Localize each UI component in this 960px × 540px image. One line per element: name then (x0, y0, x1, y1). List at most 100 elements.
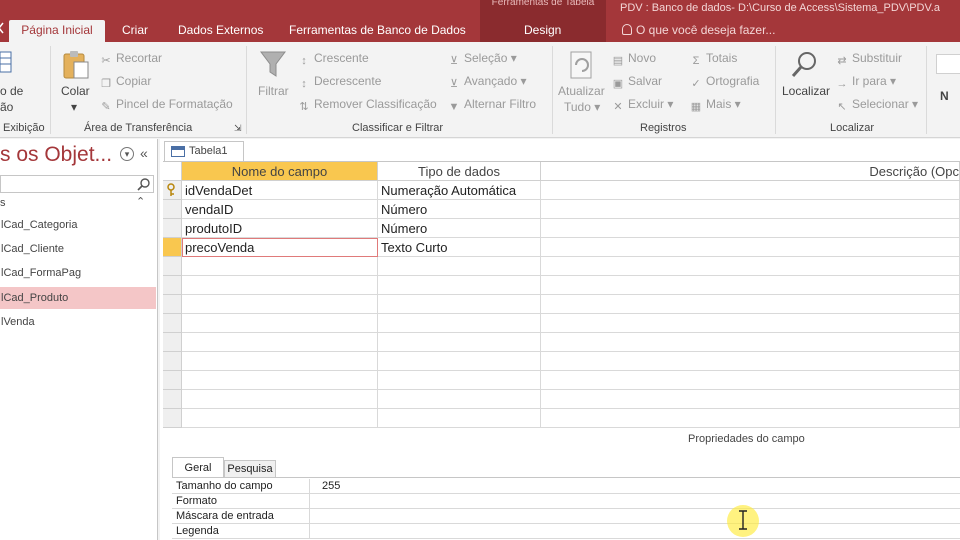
row-selector[interactable] (163, 390, 182, 409)
tab-pagina-inicial[interactable]: Página Inicial (9, 20, 105, 42)
row-selector[interactable] (163, 276, 182, 295)
delete-record-button[interactable]: ✕ Excluir ▾ (612, 97, 673, 113)
data-type-cell[interactable] (378, 276, 541, 295)
data-type-cell[interactable] (378, 390, 541, 409)
description-cell[interactable] (541, 276, 960, 295)
field-name-cell[interactable]: idVendaDet (182, 181, 378, 200)
field-name-cell[interactable] (182, 295, 378, 314)
selection-filter-button[interactable]: ⊻ Seleção ▾ (448, 51, 517, 67)
description-cell[interactable] (541, 219, 960, 238)
data-type-cell[interactable] (378, 314, 541, 333)
row-selector[interactable] (163, 409, 182, 428)
data-type-cell[interactable]: Número (378, 219, 541, 238)
col-header-data-type[interactable]: Tipo de dados (378, 162, 541, 181)
description-cell[interactable] (541, 295, 960, 314)
tab-criar[interactable]: Criar (122, 20, 148, 42)
property-row[interactable]: Formato (172, 494, 960, 509)
row-selector[interactable] (163, 257, 182, 276)
cut-button[interactable]: ✂ Recortar (100, 51, 162, 67)
data-type-cell[interactable] (378, 333, 541, 352)
paste-dropdown-arrow[interactable]: ▾ (71, 100, 77, 114)
refresh-all-button-line1[interactable]: Atualizar (558, 84, 605, 98)
field-name-cell[interactable] (182, 333, 378, 352)
view-button-line1[interactable]: o de (0, 84, 23, 98)
clipboard-dialog-launcher-icon[interactable]: ⇲ (234, 123, 242, 134)
format-painter-button[interactable]: ✎ Pincel de Formatação (100, 97, 232, 113)
col-header-description[interactable]: Descrição (Opc (541, 162, 960, 181)
tab-design[interactable]: Design (524, 20, 561, 42)
save-record-button[interactable]: ▣ Salvar (612, 74, 662, 90)
field-name-cell[interactable] (182, 276, 378, 295)
description-cell[interactable] (541, 257, 960, 276)
paste-button[interactable]: Colar (61, 84, 90, 98)
nav-item-tblcad-formapag[interactable]: lCad_FormaPag (0, 262, 156, 284)
description-cell[interactable] (541, 390, 960, 409)
select-button[interactable]: ↖ Selecionar ▾ (836, 97, 918, 113)
property-row[interactable]: Máscara de entrada (172, 509, 960, 524)
field-name-cell[interactable] (182, 371, 378, 390)
row-selector[interactable] (163, 314, 182, 333)
field-name-cell[interactable] (182, 409, 378, 428)
nav-dropdown-icon[interactable]: ▾ (120, 147, 134, 161)
refresh-all-button-line2[interactable]: Tudo ▾ (564, 100, 600, 114)
description-cell[interactable] (541, 333, 960, 352)
tell-me-box[interactable]: O que você deseja fazer... (622, 23, 775, 37)
data-type-cell[interactable] (378, 409, 541, 428)
row-selector[interactable] (163, 371, 182, 390)
property-value[interactable]: 255 (322, 480, 340, 492)
field-name-cell[interactable]: produtoID (182, 219, 378, 238)
row-selector[interactable] (163, 181, 182, 200)
more-button[interactable]: ▦ Mais ▾ (690, 97, 741, 113)
font-name-box[interactable] (936, 54, 960, 74)
nav-item-tblcad-produto[interactable]: lCad_Produto (0, 287, 156, 309)
nav-item-tblcad-cliente[interactable]: lCad_Cliente (0, 238, 156, 260)
data-type-cell[interactable] (378, 352, 541, 371)
remove-sort-button[interactable]: ⇅ Remover Classificação (298, 97, 436, 113)
nav-item-tblvenda[interactable]: lVenda (0, 311, 156, 333)
row-selector[interactable] (163, 295, 182, 314)
description-cell[interactable] (541, 352, 960, 371)
description-cell[interactable] (541, 409, 960, 428)
field-name-cell[interactable]: vendaID (182, 200, 378, 219)
col-header-field-name[interactable]: Nome do campo (182, 162, 378, 181)
description-cell[interactable] (541, 200, 960, 219)
doc-tab-tabela1[interactable]: Tabela1 (164, 141, 244, 161)
data-type-cell[interactable]: Numeração Automática (378, 181, 541, 200)
bold-button[interactable]: N (940, 89, 949, 103)
row-selector[interactable] (163, 219, 182, 238)
property-row[interactable]: Legenda (172, 524, 960, 539)
field-name-cell[interactable] (182, 314, 378, 333)
collapse-pane-icon[interactable]: « (140, 145, 148, 161)
filter-button[interactable]: Filtrar (258, 84, 289, 98)
property-row[interactable]: Tamanho do campo 255 (172, 479, 960, 494)
row-selector[interactable] (163, 238, 182, 257)
tab-ferramentas-banco-dados[interactable]: Ferramentas de Banco de Dados (289, 20, 466, 42)
nav-pane-title[interactable]: s os Objet... (0, 143, 112, 167)
totals-button[interactable]: Σ Totais (690, 51, 738, 67)
sort-descending-button[interactable]: ↕ Decrescente (298, 74, 381, 90)
view-button-line2[interactable]: ão (0, 100, 13, 114)
row-selector[interactable] (163, 352, 182, 371)
description-cell[interactable] (541, 238, 960, 257)
row-selector[interactable] (163, 333, 182, 352)
description-cell[interactable] (541, 181, 960, 200)
data-type-cell[interactable]: Texto Curto (378, 238, 541, 257)
tab-dados-externos[interactable]: Dados Externos (178, 20, 263, 42)
find-button[interactable]: Localizar (782, 84, 830, 98)
section-collapse-icon[interactable]: ⌃ (136, 195, 145, 208)
description-cell[interactable] (541, 371, 960, 390)
field-name-cell[interactable] (182, 390, 378, 409)
description-cell[interactable] (541, 314, 960, 333)
replace-button[interactable]: ⇄ Substituir (836, 51, 902, 67)
data-type-cell[interactable] (378, 257, 541, 276)
field-name-cell[interactable]: precoVenda (182, 238, 378, 257)
prop-tab-pesquisa[interactable]: Pesquisa (224, 460, 276, 477)
field-name-cell[interactable] (182, 257, 378, 276)
advanced-filter-button[interactable]: ⊻ Avançado ▾ (448, 74, 527, 90)
prop-tab-geral[interactable]: Geral (172, 457, 224, 477)
new-record-button[interactable]: ▤ Novo (612, 51, 656, 67)
nav-search-input[interactable] (0, 175, 154, 193)
sort-ascending-button[interactable]: ↕ Crescente (298, 51, 368, 67)
copy-button[interactable]: ❐ Copiar (100, 74, 151, 90)
row-selector[interactable] (163, 200, 182, 219)
